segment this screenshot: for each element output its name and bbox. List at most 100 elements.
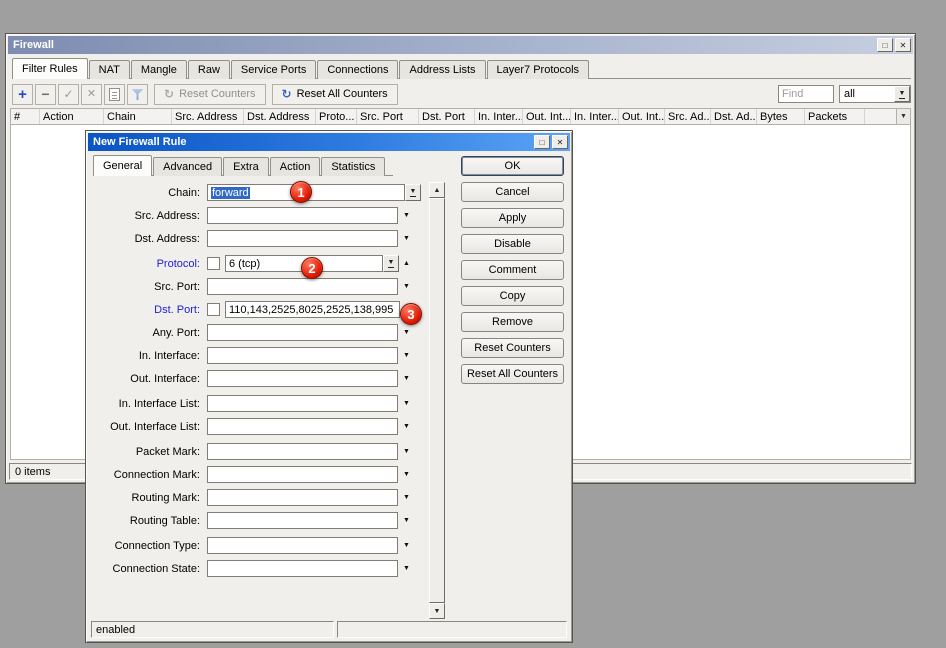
dst-port-input[interactable]: 110,143,2525,8025,2525,138,995 — [225, 301, 400, 318]
scroll-down-button[interactable]: ▼ — [429, 603, 445, 619]
add-rule-button[interactable]: + — [12, 84, 33, 105]
dst-port-checkbox[interactable] — [207, 303, 220, 316]
reset-all-counters-icon: ↻ — [282, 88, 292, 100]
disable-button[interactable]: Disable — [461, 234, 564, 254]
tab-action[interactable]: Action — [270, 157, 321, 176]
close-button[interactable]: ✕ — [895, 38, 911, 52]
protocol-checkbox[interactable] — [207, 257, 220, 270]
packet-mark-input[interactable] — [207, 443, 398, 460]
comment-button[interactable]: Comment — [461, 260, 564, 280]
chevron-down-icon[interactable]: ▼ — [403, 471, 410, 478]
dialog-title: New Firewall Rule — [93, 136, 187, 148]
chevron-down-icon[interactable]: ▼ — [403, 329, 410, 336]
copy-button[interactable]: Copy — [461, 286, 564, 306]
chevron-down-icon[interactable]: ▼ — [403, 423, 410, 430]
find-input[interactable] — [778, 85, 834, 103]
filter-button[interactable] — [127, 84, 148, 105]
cross-icon: ✕ — [87, 89, 96, 100]
column-header-src-address[interactable]: Src. Address — [172, 109, 244, 124]
reset-counters-button[interactable]: Reset Counters — [461, 338, 564, 358]
chevron-down-icon[interactable]: ▼ — [403, 352, 410, 359]
cancel-button[interactable]: Cancel — [461, 182, 564, 202]
firewall-titlebar[interactable]: Firewall □ ✕ — [8, 36, 913, 54]
chevron-down-icon[interactable]: ▼ — [403, 448, 410, 455]
disable-rule-button[interactable]: ✕ — [81, 84, 102, 105]
maximize-button[interactable]: □ — [877, 38, 893, 52]
connection-state-input[interactable] — [207, 560, 398, 577]
tab-raw[interactable]: Raw — [188, 60, 230, 79]
column-header-chain[interactable]: Chain — [104, 109, 172, 124]
column-header-packets[interactable]: Packets — [805, 109, 865, 124]
chevron-down-icon: ▼ — [899, 90, 906, 99]
in-interface-list-input[interactable] — [207, 395, 398, 412]
out-interface-input[interactable] — [207, 370, 398, 387]
column-header-protocol[interactable]: Proto... — [316, 109, 357, 124]
tab-address-lists[interactable]: Address Lists — [399, 60, 485, 79]
scroll-up-button[interactable]: ▲ — [429, 182, 445, 198]
remove-rule-button[interactable]: − — [35, 84, 56, 105]
chevron-down-icon[interactable]: ▼ — [403, 494, 410, 501]
tab-nat[interactable]: NAT — [89, 60, 130, 79]
src-address-input[interactable] — [207, 207, 398, 224]
reset-counters-button[interactable]: ↻ Reset Counters — [154, 84, 266, 105]
comment-button[interactable] — [104, 84, 125, 105]
tab-connections[interactable]: Connections — [317, 60, 398, 79]
reset-all-counters-button[interactable]: ↻ Reset All Counters — [272, 84, 398, 105]
src-port-input[interactable] — [207, 278, 398, 295]
chain-dropdown-button[interactable]: ▼ — [405, 184, 421, 201]
tab-statistics[interactable]: Statistics — [321, 157, 385, 176]
tab-extra[interactable]: Extra — [223, 157, 269, 176]
tab-layer7-protocols[interactable]: Layer7 Protocols — [487, 60, 590, 79]
column-header-src-address-list[interactable]: Src. Ad... — [665, 109, 711, 124]
any-port-input[interactable] — [207, 324, 398, 341]
chevron-down-icon[interactable]: ▼ — [403, 565, 410, 572]
column-header-dst-address[interactable]: Dst. Address — [244, 109, 316, 124]
ok-button[interactable]: OK — [461, 156, 564, 176]
firewall-tabstrip: Filter Rules NAT Mangle Raw Service Port… — [12, 57, 911, 79]
tab-filter-rules[interactable]: Filter Rules — [12, 58, 88, 79]
chevron-down-icon[interactable]: ▼ — [403, 542, 410, 549]
tab-general[interactable]: General — [93, 155, 152, 176]
filter-scope-select[interactable]: all ▼ — [839, 85, 911, 103]
dialog-close-button[interactable]: ✕ — [552, 135, 568, 149]
chevron-down-icon[interactable]: ▼ — [403, 235, 410, 242]
column-header-dst-address-list[interactable]: Dst. Ad... — [711, 109, 757, 124]
dst-address-input[interactable] — [207, 230, 398, 247]
rule-state: enabled — [96, 624, 135, 636]
scrollbar-thumb[interactable] — [429, 198, 445, 603]
column-header-out-interface[interactable]: Out. Int... — [523, 109, 571, 124]
dialog-titlebar[interactable]: New Firewall Rule □ ✕ — [88, 133, 570, 151]
column-header-number[interactable]: # — [11, 109, 40, 124]
column-header-action[interactable]: Action — [40, 109, 104, 124]
column-header-bytes[interactable]: Bytes — [757, 109, 805, 124]
column-header-in-interface-list[interactable]: In. Inter... — [571, 109, 619, 124]
tab-advanced[interactable]: Advanced — [153, 157, 222, 176]
routing-mark-input[interactable] — [207, 489, 398, 506]
column-select-button[interactable]: ▼ — [896, 109, 910, 124]
column-header-dst-port[interactable]: Dst. Port — [419, 109, 475, 124]
chevron-down-icon[interactable]: ▼ — [403, 517, 410, 524]
chevron-down-icon[interactable]: ▼ — [403, 212, 410, 219]
protocol-dropdown-button[interactable]: ▼ — [383, 255, 399, 272]
remove-button[interactable]: Remove — [461, 312, 564, 332]
out-interface-list-input[interactable] — [207, 418, 398, 435]
tab-mangle[interactable]: Mangle — [131, 60, 187, 79]
enable-rule-button[interactable]: ✓ — [58, 84, 79, 105]
reset-all-counters-button[interactable]: Reset All Counters — [461, 364, 564, 384]
connection-type-input[interactable] — [207, 537, 398, 554]
chevron-down-icon[interactable]: ▼ — [403, 283, 410, 290]
filter-scope-dropdown-button[interactable]: ▼ — [894, 86, 910, 102]
up-arrow-icon[interactable]: ▲ — [403, 260, 410, 267]
connection-mark-input[interactable] — [207, 466, 398, 483]
column-header-out-interface-list[interactable]: Out. Int... — [619, 109, 665, 124]
tab-service-ports[interactable]: Service Ports — [231, 60, 316, 79]
routing-table-input[interactable] — [207, 512, 398, 529]
out-interface-list-row: Out. Interface List: ▼ — [93, 418, 429, 435]
dialog-maximize-button[interactable]: □ — [534, 135, 550, 149]
in-interface-input[interactable] — [207, 347, 398, 364]
column-header-src-port[interactable]: Src. Port — [357, 109, 419, 124]
column-header-in-interface[interactable]: In. Inter... — [475, 109, 523, 124]
apply-button[interactable]: Apply — [461, 208, 564, 228]
chevron-down-icon[interactable]: ▼ — [403, 375, 410, 382]
chevron-down-icon[interactable]: ▼ — [403, 400, 410, 407]
